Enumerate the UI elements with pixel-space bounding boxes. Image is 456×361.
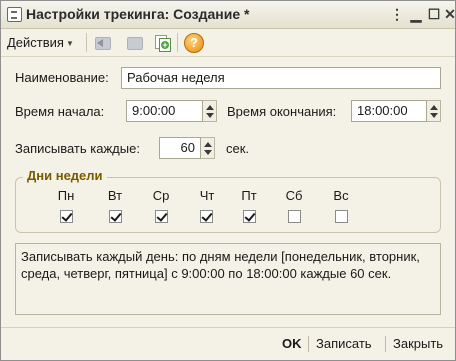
- window-title: Настройки трекинга: Создание *: [26, 6, 250, 22]
- day-label-sun: Вс: [333, 188, 349, 203]
- start-time-label: Время начала:: [15, 104, 105, 119]
- go-back-icon[interactable]: [92, 33, 112, 52]
- start-time-stepper[interactable]: [203, 100, 217, 122]
- day-label-mon: Пн: [57, 188, 75, 203]
- footer-separator: [385, 336, 386, 352]
- stepper-up-icon: [206, 105, 214, 110]
- name-label: Наименование:: [15, 70, 109, 85]
- toolbar-separator: [86, 33, 87, 52]
- weekdays-group-title: Дни недели: [23, 168, 107, 183]
- day-label-sat: Сб: [285, 188, 303, 203]
- copy-add-icon[interactable]: +: [152, 33, 172, 52]
- title-bar: Настройки трекинга: Создание * ⋮ ▁ ☐ ✕: [1, 1, 456, 29]
- footer-bar: OK Записать Закрыть: [1, 327, 455, 361]
- weekdays-group: [15, 177, 441, 233]
- form-icon: [7, 7, 22, 22]
- toolbar: Действия ▼ + ?: [1, 29, 455, 57]
- day-label-fri: Пт: [241, 188, 257, 203]
- checkbox-thu[interactable]: [200, 210, 213, 223]
- ok-button[interactable]: OK: [282, 336, 302, 351]
- interval-unit: сек.: [226, 141, 250, 156]
- day-label-thu: Чт: [199, 188, 215, 203]
- plus-icon: +: [161, 40, 169, 50]
- end-time-field[interactable]: 18:00:00: [351, 100, 427, 122]
- checkbox-mon[interactable]: [60, 210, 73, 223]
- interval-label: Записывать каждые:: [15, 141, 140, 156]
- schedule-description: Записывать каждый день: по дням недели […: [15, 243, 441, 315]
- checkbox-wed[interactable]: [155, 210, 168, 223]
- actions-menu-label: Действия: [7, 35, 64, 50]
- settings-window: Настройки трекинга: Создание * ⋮ ▁ ☐ ✕ Д…: [0, 0, 456, 361]
- go-back-arrow: [97, 39, 103, 47]
- chevron-down-icon: ▼: [65, 39, 74, 49]
- stepper-down-icon: [206, 113, 214, 118]
- day-label-tue: Вт: [107, 188, 123, 203]
- actions-menu[interactable]: Действия ▼: [7, 35, 74, 50]
- help-icon[interactable]: ?: [183, 33, 204, 53]
- menu-icon[interactable]: ⋮: [389, 6, 405, 22]
- save-button[interactable]: Записать: [316, 336, 372, 351]
- stepper-down-icon: [204, 150, 212, 155]
- name-field[interactable]: Рабочая неделя: [121, 67, 441, 89]
- stepper-down-icon: [430, 113, 438, 118]
- interval-stepper[interactable]: [201, 137, 215, 159]
- day-label-wed: Ср: [152, 188, 170, 203]
- end-time-stepper[interactable]: [427, 100, 441, 122]
- help-icon-badge: ?: [184, 33, 204, 53]
- toolbar-separator: [177, 33, 178, 52]
- hierarchy-icon[interactable]: [124, 33, 144, 52]
- checkbox-fri[interactable]: [243, 210, 256, 223]
- checkbox-sun[interactable]: [335, 210, 348, 223]
- interval-field[interactable]: 60: [159, 137, 201, 159]
- checkbox-tue[interactable]: [109, 210, 122, 223]
- checkbox-sat[interactable]: [288, 210, 301, 223]
- minimize-icon[interactable]: ▁: [408, 6, 424, 22]
- hierarchy-icon-body: [127, 37, 143, 50]
- start-time-field[interactable]: 9:00:00: [126, 100, 203, 122]
- stepper-up-icon: [204, 142, 212, 147]
- footer-separator: [308, 336, 309, 352]
- close-button[interactable]: Закрыть: [393, 336, 443, 351]
- close-icon[interactable]: ✕: [442, 6, 456, 22]
- maximize-icon[interactable]: ☐: [426, 6, 442, 22]
- end-time-label: Время окончания:: [227, 104, 337, 119]
- stepper-up-icon: [430, 105, 438, 110]
